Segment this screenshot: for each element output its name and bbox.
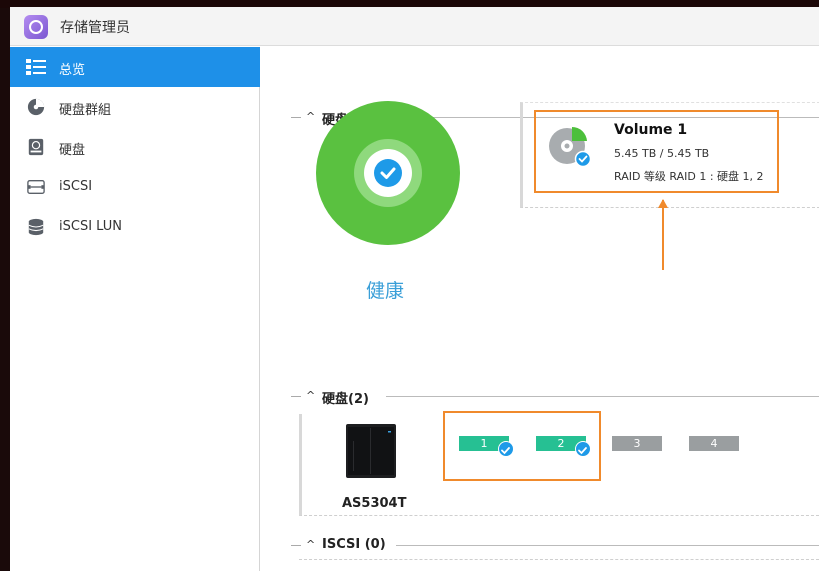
- volume-size: 5.45 TB / 5.45 TB: [614, 147, 710, 160]
- divider: [396, 545, 819, 546]
- disks-section-header[interactable]: ^ 硬盘(2): [291, 387, 819, 407]
- volume-pie-icon: [549, 126, 591, 167]
- sidebar-item-overview[interactable]: 总览: [10, 47, 260, 87]
- checkmark-icon: [374, 159, 402, 187]
- annotation-arrow: [658, 199, 668, 270]
- volume-name: Volume 1: [614, 122, 688, 138]
- divider: [291, 396, 301, 397]
- chevron-up-icon[interactable]: ^: [306, 538, 315, 551]
- sidebar-item-label: iSCSI: [59, 179, 93, 194]
- iscsi-section-header[interactable]: ^ ISCSI (0): [291, 536, 819, 556]
- check-glyph: [380, 167, 396, 179]
- health-status-label: 健康: [366, 280, 405, 302]
- iscsi-panel-divider: [299, 559, 819, 560]
- checkmark-icon: [575, 441, 591, 457]
- check-glyph: [578, 447, 587, 455]
- sidebar-item-disks[interactable]: 硬盘: [10, 127, 260, 167]
- section-title: 硬盘(2): [322, 392, 369, 407]
- sidebar-item-iscsi[interactable]: iSCSI: [10, 167, 260, 207]
- iscsi-target-icon: [27, 180, 45, 194]
- hard-disk-icon: [28, 138, 44, 156]
- nas-model-label: AS5304T: [342, 496, 407, 511]
- sidebar: 总览 硬盘群組 硬盘 iSCSI iSCSI LUN: [10, 47, 260, 571]
- sidebar-item-label: 硬盘群組: [59, 103, 112, 118]
- check-glyph: [501, 447, 510, 455]
- iscsi-lun-database-icon: [28, 218, 44, 236]
- disk-bay-3[interactable]: 3: [612, 436, 662, 451]
- health-ring-inner: [354, 139, 422, 207]
- chevron-up-icon[interactable]: ^: [306, 389, 315, 402]
- divider: [291, 117, 301, 118]
- volume-pie-icon: [27, 98, 45, 116]
- disk-bay-4[interactable]: 4: [689, 436, 739, 451]
- sidebar-item-iscsi-lun[interactable]: iSCSI LUN: [10, 207, 260, 247]
- divider: [291, 545, 301, 546]
- main-content: ^ 硬盘群組 (1) 健康: [261, 47, 819, 571]
- sidebar-item-volumes[interactable]: 硬盘群組: [10, 87, 260, 127]
- sidebar-item-label: iSCSI LUN: [59, 219, 122, 234]
- overview-list-icon: [26, 59, 46, 75]
- storage-manager-app-icon: [24, 15, 48, 39]
- volume-raid-info: RAID 等级 RAID 1 : 硬盘 1, 2: [614, 170, 764, 183]
- divider: [386, 396, 819, 397]
- health-ring-center: [364, 149, 412, 197]
- volume-card[interactable]: Volume 1 5.45 TB / 5.45 TB RAID 等级 RAID …: [534, 110, 779, 193]
- title-bar[interactable]: 存储管理员: [10, 7, 819, 46]
- section-title: ISCSI (0): [322, 537, 386, 552]
- nas-device-image: [346, 424, 396, 478]
- sidebar-item-label: 总览: [59, 63, 86, 78]
- checkmark-icon: [498, 441, 514, 457]
- health-status-ring: [316, 101, 460, 245]
- disks-panel: AS5304T 1 2 3 4: [299, 411, 819, 516]
- storage-manager-window: 存储管理员 总览 硬盘群組 硬盘 iSCSI iSCSI LUN ^ 健康 Vo…: [10, 7, 819, 571]
- app-title: 存储管理员: [60, 20, 130, 36]
- chevron-up-icon[interactable]: ^: [306, 110, 315, 123]
- sidebar-item-label: 硬盘: [59, 143, 86, 158]
